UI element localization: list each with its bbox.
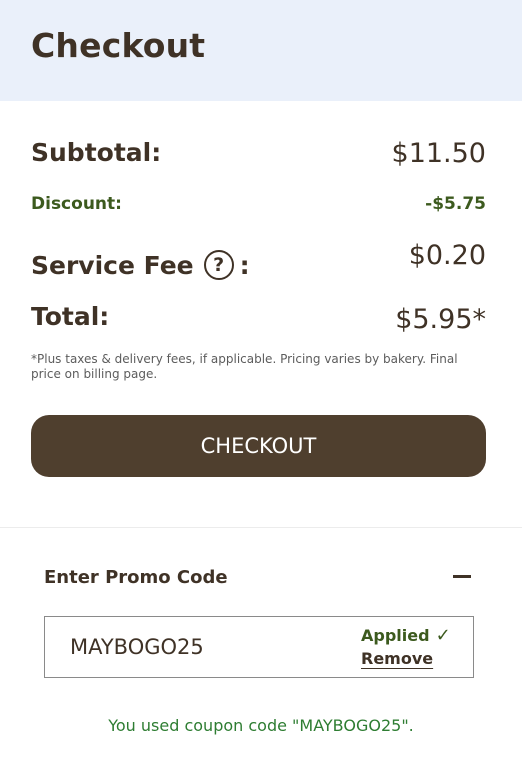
service-fee-row: Service Fee ? : $0.20: [31, 240, 486, 284]
page-title: Checkout: [31, 26, 206, 65]
subtotal-value: $11.50: [391, 138, 486, 169]
subtotal-row: Subtotal: $11.50: [31, 138, 486, 172]
total-label: Total:: [31, 302, 110, 331]
promo-code-box: Applied ✓ Remove: [44, 616, 474, 678]
subtotal-label: Subtotal:: [31, 138, 162, 167]
service-fee-value: $0.20: [408, 240, 486, 271]
minus-icon[interactable]: [452, 563, 472, 587]
discount-value: -$5.75: [425, 194, 486, 214]
service-fee-label-group: Service Fee ? :: [31, 250, 250, 280]
promo-code-title[interactable]: Enter Promo Code: [44, 567, 228, 588]
applied-status: Applied ✓: [361, 625, 451, 646]
section-divider: [0, 527, 522, 528]
help-icon[interactable]: ?: [203, 250, 234, 280]
service-fee-colon: :: [239, 250, 250, 280]
coupon-success-message: You used coupon code "MAYBOGO25".: [108, 716, 414, 735]
pricing-note: *Plus taxes & delivery fees, if applicab…: [31, 352, 458, 381]
checkout-button[interactable]: CHECKOUT: [31, 415, 486, 477]
checkout-header: Checkout: [0, 0, 522, 101]
total-value: $5.95*: [395, 304, 486, 335]
remove-promo-link[interactable]: Remove: [361, 649, 433, 668]
total-row: Total: $5.95*: [31, 302, 486, 338]
promo-code-input[interactable]: [46, 618, 346, 676]
check-icon: ✓: [435, 625, 451, 646]
discount-label: Discount:: [31, 194, 122, 214]
service-fee-label: Service Fee: [31, 250, 194, 280]
discount-row: Discount: -$5.75: [31, 194, 486, 218]
applied-label: Applied: [361, 626, 430, 645]
